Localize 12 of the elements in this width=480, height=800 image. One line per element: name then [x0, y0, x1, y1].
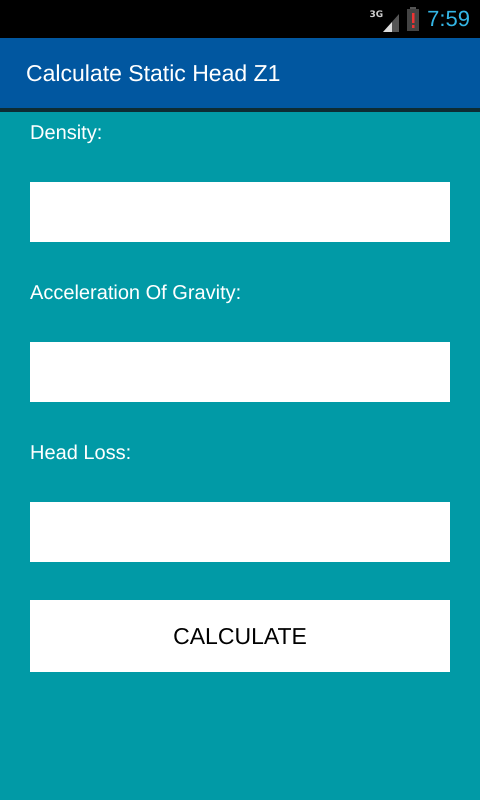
network-type: 3G: [370, 10, 384, 20]
field-label: Head Loss:: [30, 442, 132, 466]
field-label: Acceleration Of Gravity:: [30, 282, 242, 306]
battery-alert-icon: [407, 7, 420, 31]
calculate-button[interactable]: CALCULATE: [30, 600, 450, 672]
input-field[interactable]: [30, 502, 450, 562]
clock-time: 7:59: [427, 6, 470, 32]
signal-icon: [383, 14, 400, 32]
app-title: Calculate Static Head Z1: [26, 60, 280, 86]
input-field[interactable]: [30, 182, 450, 242]
field-label: Density:: [30, 122, 104, 146]
input-field[interactable]: [30, 342, 450, 402]
